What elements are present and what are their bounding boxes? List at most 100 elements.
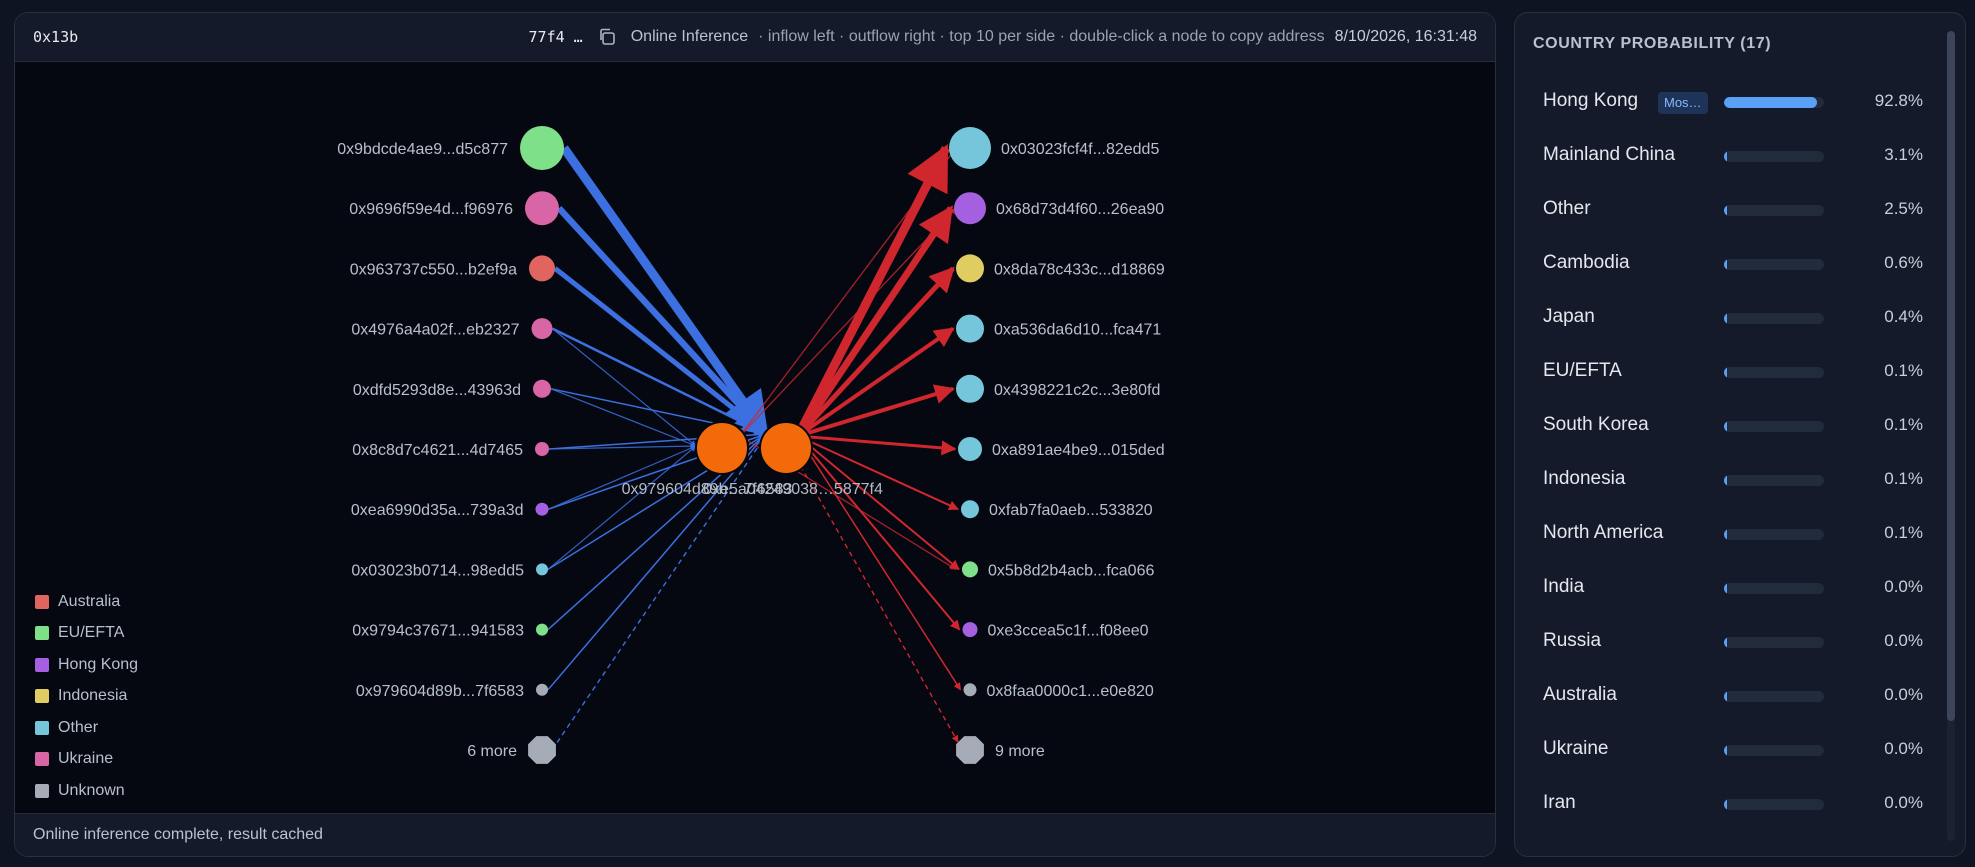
outflow-address: 0xa891ae4be9...015ded [992, 442, 1165, 459]
probability-value: 0.1% [1884, 361, 1923, 380]
legend-swatch [35, 657, 49, 672]
outflow-edge [797, 435, 960, 571]
outflow-address: 0x5b8d2b4acb...fca066 [988, 562, 1154, 579]
center-node[interactable] [695, 421, 749, 475]
legend-swatch [35, 752, 49, 767]
flow-graph[interactable]: 0x9bdcde4ae9...d5c877 0x9696f59e4d...f969… [15, 61, 1495, 813]
country-row[interactable]: Indonesia 0.1% [1543, 453, 1923, 507]
country-row[interactable]: Cambodia 0.6% [1543, 237, 1923, 291]
probability-bar-fill [1724, 637, 1727, 648]
probability-bar [1724, 799, 1824, 810]
inflow-more-label: 6 more [467, 743, 517, 760]
legend-item: Australia [35, 586, 138, 618]
outflow-node[interactable] [958, 437, 982, 461]
country-name: India [1543, 576, 1585, 597]
outflow-node[interactable] [962, 561, 978, 578]
country-name: Iran [1543, 792, 1576, 813]
graph-hint: · inflow left · outflow right · top 10 p… [758, 28, 1325, 45]
country-row[interactable]: Ukraine 0.0% [1543, 723, 1923, 777]
outflow-more-node[interactable] [956, 736, 984, 764]
copy-icon[interactable] [597, 27, 617, 47]
legend-label: Australia [58, 592, 121, 610]
legend-label: Hong Kong [58, 655, 139, 673]
country-row[interactable]: Mainland China 3.1% [1543, 129, 1923, 183]
outflow-node[interactable] [961, 500, 979, 519]
country-name: South Korea [1543, 414, 1649, 435]
country-row[interactable]: Australia 0.0% [1543, 669, 1923, 723]
outflow-node[interactable] [956, 254, 984, 283]
address-short: 77f4 … [528, 28, 583, 46]
outflow-node[interactable] [956, 314, 984, 343]
probability-bar [1724, 97, 1824, 108]
country-row[interactable]: North America 0.1% [1543, 507, 1923, 561]
inflow-address: 0x8c8d7c4621...4d7465 [352, 442, 523, 459]
legend-swatch [35, 594, 49, 609]
inflow-node[interactable] [535, 502, 549, 516]
inflow-node[interactable] [535, 442, 549, 456]
inflow-node[interactable] [536, 623, 548, 636]
center-node[interactable] [759, 421, 813, 475]
inflow-node[interactable] [533, 379, 551, 398]
inflow-node[interactable] [531, 318, 553, 340]
inflow-node[interactable] [536, 563, 548, 576]
outflow-node[interactable] [956, 374, 984, 403]
panel-title: COUNTRY PROBABILITY (17) [1533, 35, 1772, 52]
probability-bar [1724, 691, 1824, 702]
probability-bar-fill [1724, 421, 1727, 432]
inflow-node[interactable] [525, 191, 559, 226]
outflow-node[interactable] [954, 192, 986, 225]
probability-value: 0.0% [1884, 739, 1923, 758]
legend-item: EU/EFTA [35, 618, 138, 650]
inflow-address: 0x9794c37671...941583 [352, 623, 524, 640]
probability-value: 0.0% [1884, 685, 1923, 704]
mode-label: Online Inference [630, 28, 749, 45]
probability-bar-fill [1724, 691, 1727, 702]
legend: Australia EU/EFTA Hong Kong Indonesia Other U… [35, 586, 138, 807]
probability-value: 92.8% [1874, 91, 1923, 110]
outflow-address: 0xa536da6d10...fca471 [994, 322, 1161, 339]
probability-value: 0.0% [1884, 577, 1923, 596]
country-row[interactable]: Other 2.5% [1543, 183, 1923, 237]
inflow-edge [550, 388, 697, 447]
legend-swatch [35, 626, 49, 641]
inflow-node[interactable] [520, 126, 564, 170]
probability-bar-fill [1724, 97, 1817, 108]
country-row[interactable]: Japan 0.4% [1543, 291, 1923, 345]
probability-value: 0.6% [1884, 253, 1923, 272]
probability-value: 0.0% [1884, 631, 1923, 650]
inflow-node[interactable] [529, 255, 555, 282]
node-id: 0x13b [33, 28, 79, 46]
most-likely-badge: Mos… [1658, 92, 1708, 114]
center-label: 0xe5a04249038…5877f4 [703, 481, 883, 498]
scrollbar-thumb[interactable] [1947, 31, 1955, 721]
inflow-edge [552, 328, 697, 447]
country-row[interactable]: Hong Kong Mos… 92.8% [1543, 75, 1923, 129]
outflow-node[interactable] [949, 127, 991, 169]
country-row[interactable]: Russia 0.0% [1543, 615, 1923, 669]
country-name: North America [1543, 522, 1664, 543]
legend-label: Ukraine [58, 750, 114, 768]
inflow-address: 0xea6990d35a...739a3d [351, 502, 524, 519]
inflow-address: 0x979604d89b...7f6583 [356, 683, 524, 700]
country-row[interactable]: Iran 0.0% [1543, 777, 1923, 831]
inflow-edge [553, 266, 768, 436]
outflow-address: 0x03023fcf4f...82edd5 [1001, 141, 1159, 158]
inflow-edge [556, 206, 769, 437]
probability-bar [1724, 367, 1824, 378]
inflow-node[interactable] [536, 683, 548, 696]
inflow-more-node[interactable] [528, 736, 556, 764]
probability-bar [1724, 151, 1824, 162]
country-name: Mainland China [1543, 144, 1676, 165]
inflow-address: 0x9bdcde4ae9...d5c877 [337, 141, 508, 158]
country-name: Other [1543, 198, 1591, 219]
country-row[interactable]: EU/EFTA 0.1% [1543, 345, 1923, 399]
probability-bar [1724, 745, 1824, 756]
outflow-node[interactable] [963, 683, 977, 697]
probability-bar [1724, 583, 1824, 594]
country-row[interactable]: India 0.0% [1543, 561, 1923, 615]
outflow-node[interactable] [962, 622, 978, 638]
country-row[interactable]: South Korea 0.1% [1543, 399, 1923, 453]
probability-bar [1724, 421, 1824, 432]
probability-value: 3.1% [1884, 145, 1923, 164]
probability-bar-fill [1724, 799, 1727, 810]
